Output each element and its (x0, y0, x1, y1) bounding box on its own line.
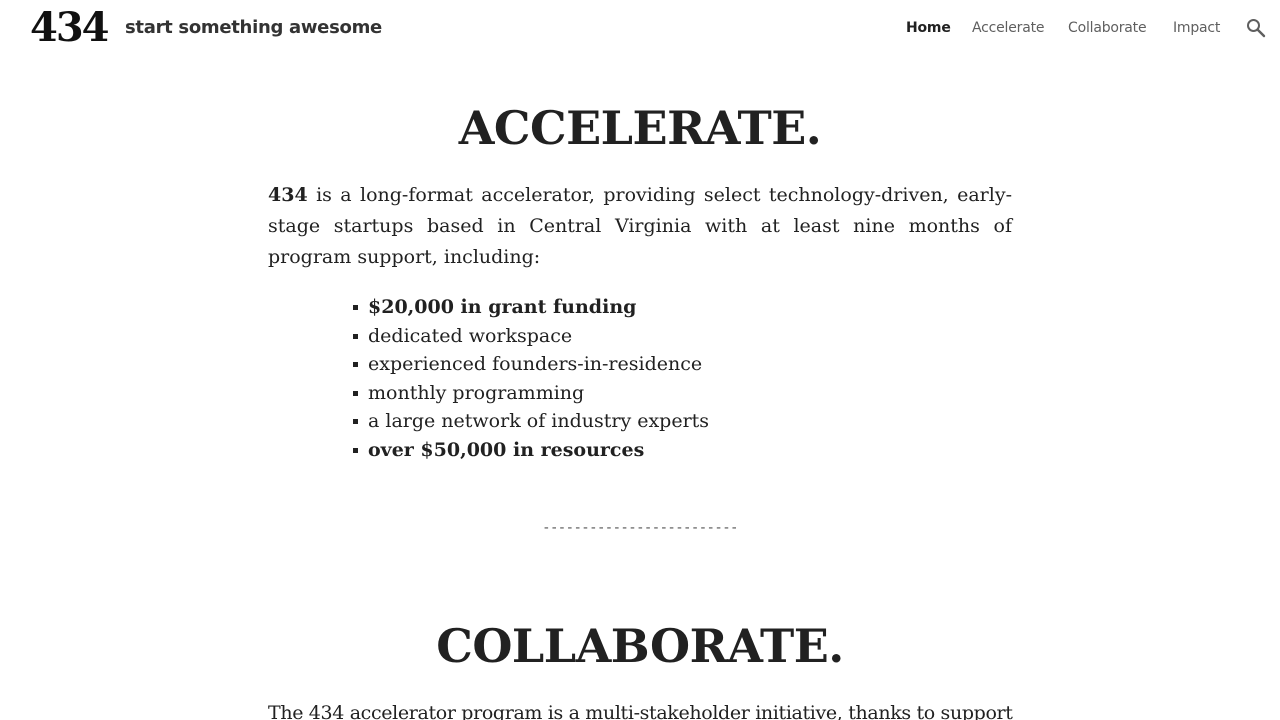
search-icon (1247, 19, 1266, 38)
list-item: over $50,000 in resources (352, 436, 709, 465)
nav-item-collaborate[interactable]: Collaborate (1068, 18, 1147, 38)
intro-text: is a long-format accelerator, providing … (268, 184, 1012, 268)
section-divider: ------------------------- (542, 520, 738, 536)
site-header: 434 start something awesome Home Acceler… (0, 0, 1280, 56)
collaborate-heading: COLLABORATE. (436, 619, 844, 673)
list-item: experienced founders-in-residence (352, 350, 709, 379)
list-item: $20,000 in grant funding (352, 293, 709, 322)
search-button[interactable] (1244, 16, 1268, 40)
nav-item-home[interactable]: Home (906, 18, 951, 38)
intro-brand: 434 (268, 184, 308, 206)
list-item: dedicated workspace (352, 322, 709, 351)
benefits-list: $20,000 in grant funding dedicated works… (352, 293, 709, 465)
nav-item-impact[interactable]: Impact (1173, 18, 1220, 38)
list-item: a large network of industry experts (352, 407, 709, 436)
accelerate-intro: 434 is a long-format accelerator, provid… (268, 180, 1012, 273)
list-item: monthly programming (352, 379, 709, 408)
site-logo[interactable]: 434 (30, 4, 109, 52)
nav-item-accelerate[interactable]: Accelerate (972, 18, 1044, 38)
collaborate-intro: The 434 accelerator program is a multi-s… (268, 702, 1013, 720)
site-title[interactable]: start something awesome (125, 16, 382, 40)
accelerate-heading: ACCELERATE. (458, 101, 822, 155)
